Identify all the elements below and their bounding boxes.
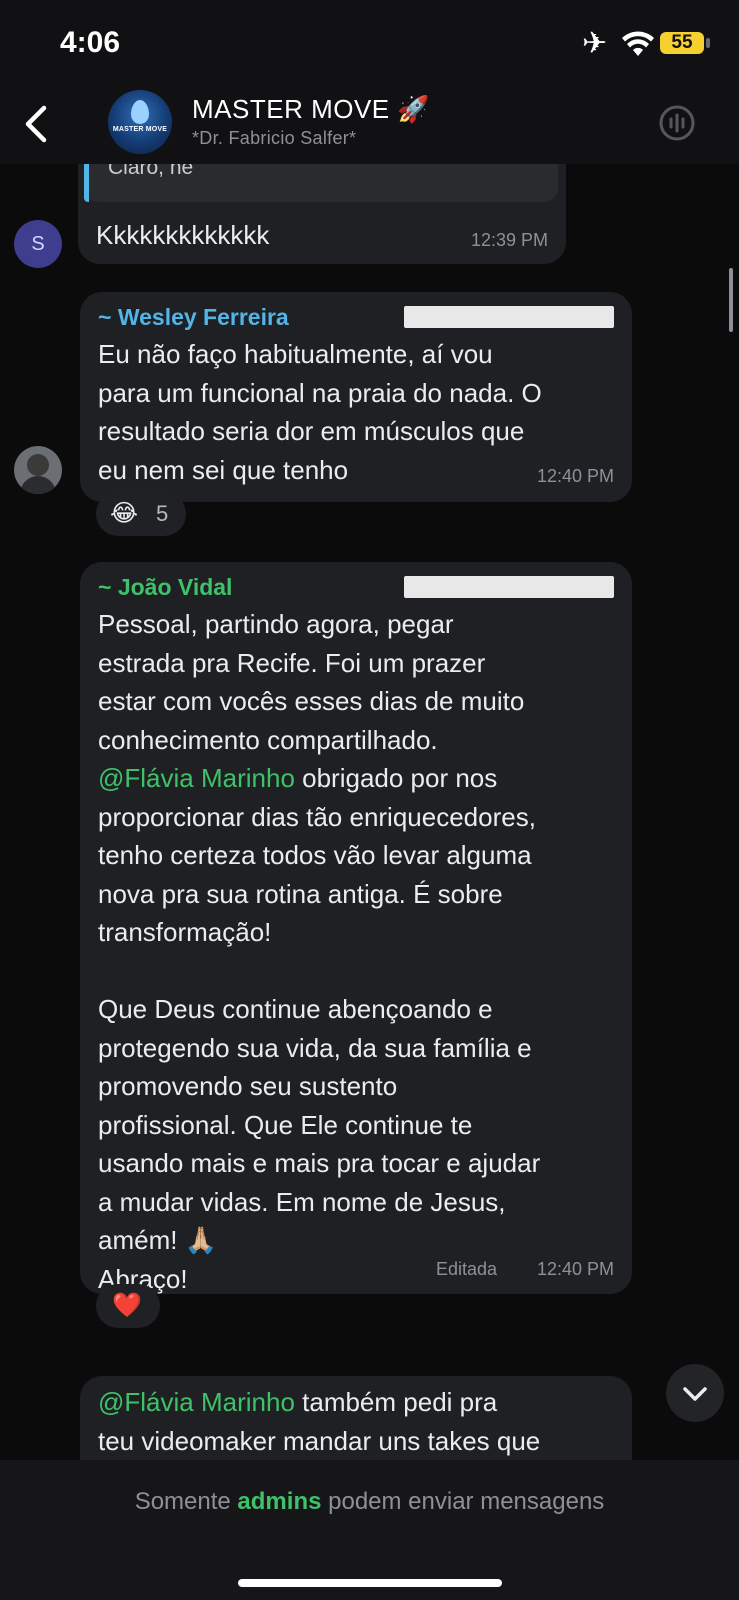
quoted-text: Claro, né xyxy=(108,164,194,179)
chat-header: MASTER MOVE MASTER MOVE 🚀 *Dr. Fabricio … xyxy=(0,86,739,164)
avatar-photo-body xyxy=(20,476,56,494)
message-text: Pessoal, partindo agora, pegar estrada p… xyxy=(98,605,628,1298)
message-text: Kkkkkkkkkkkkk xyxy=(96,220,270,250)
reaction-count: 5 xyxy=(156,501,169,526)
laughing-emoji-icon: 😂 xyxy=(110,500,139,527)
message-bubble[interactable]: Claro, né Kkkkkkkkkkkkk 12:39 PM xyxy=(78,164,566,264)
airplane-mode-icon: ✈ xyxy=(582,27,608,60)
reaction-chip[interactable]: 😂 5 xyxy=(96,492,186,536)
heart-emoji-icon: ❤️ xyxy=(112,1292,142,1319)
notice-text: podem enviar mensagens xyxy=(321,1488,605,1515)
reaction-chip[interactable]: ❤️ xyxy=(96,1284,160,1328)
quoted-message[interactable]: Claro, né xyxy=(84,164,558,202)
avatar-photo xyxy=(27,454,49,476)
quote-bar xyxy=(84,164,89,202)
avatar[interactable] xyxy=(14,446,62,494)
mention-link[interactable]: @Flávia Marinho xyxy=(98,1387,295,1417)
avatar[interactable]: S xyxy=(14,220,62,268)
mention-link[interactable]: @Flávia Marinho xyxy=(98,763,295,793)
battery-nub xyxy=(706,38,710,48)
chevron-down-icon xyxy=(683,1387,707,1401)
avatar-logo-text: MASTER MOVE xyxy=(112,126,168,133)
message-text: @Flávia Marinho também pedi pra teu vide… xyxy=(98,1383,628,1460)
message-bubble[interactable]: ~ João Vidal Pessoal, partindo agora, pe… xyxy=(80,562,632,1294)
home-indicator[interactable] xyxy=(238,1579,502,1587)
redacted-phone-number xyxy=(404,306,614,328)
message-bubble[interactable]: @Flávia Marinho também pedi pra teu vide… xyxy=(80,1376,632,1460)
message-time: 12:40 PM xyxy=(536,466,614,486)
wifi-icon xyxy=(622,31,654,56)
message-list[interactable]: Claro, né Kkkkkkkkkkkkk 12:39 PM S ~ Wes… xyxy=(0,164,739,1460)
voice-chat-icon[interactable] xyxy=(658,104,696,142)
message-text: Eu não faço habitualmente, aí vou para u… xyxy=(98,339,542,485)
edited-label: Editada xyxy=(436,1259,498,1279)
status-time: 4:06 xyxy=(60,26,121,59)
status-bar: 4:06 ✈ 55 xyxy=(0,0,739,86)
group-avatar[interactable]: MASTER MOVE xyxy=(108,90,172,154)
message-bubble[interactable]: ~ Wesley Ferreira Eu não faço habitualme… xyxy=(80,292,632,502)
admin-only-notice: Somente admins podem enviar mensagens xyxy=(0,1488,739,1516)
group-subtitle[interactable]: *Dr. Fabricio Salfer* xyxy=(192,128,356,149)
admins-link[interactable]: admins xyxy=(237,1488,321,1515)
notice-text: Somente xyxy=(134,1488,238,1515)
scrollbar[interactable] xyxy=(729,268,733,332)
sender-name[interactable]: ~ Wesley Ferreira xyxy=(98,304,289,331)
message-time: 12:40 PM xyxy=(536,1259,614,1279)
scroll-to-bottom-button[interactable] xyxy=(666,1364,724,1422)
message-text-part: obrigado por nos proporcionar dias tão e… xyxy=(98,763,541,1294)
message-time: 12:39 PM xyxy=(470,230,548,250)
water-drop-logo-icon xyxy=(131,100,149,124)
back-chevron-icon[interactable] xyxy=(20,102,54,146)
composer-bar: Somente admins podem enviar mensagens xyxy=(0,1460,739,1600)
redacted-phone-number xyxy=(404,576,614,598)
battery-icon: 55 xyxy=(660,32,704,54)
group-title[interactable]: MASTER MOVE 🚀 xyxy=(192,94,430,125)
avatar-initial: S xyxy=(31,233,45,255)
sender-name[interactable]: ~ João Vidal xyxy=(98,574,232,601)
message-text-part: Pessoal, partindo agora, pegar estrada p… xyxy=(98,609,525,755)
